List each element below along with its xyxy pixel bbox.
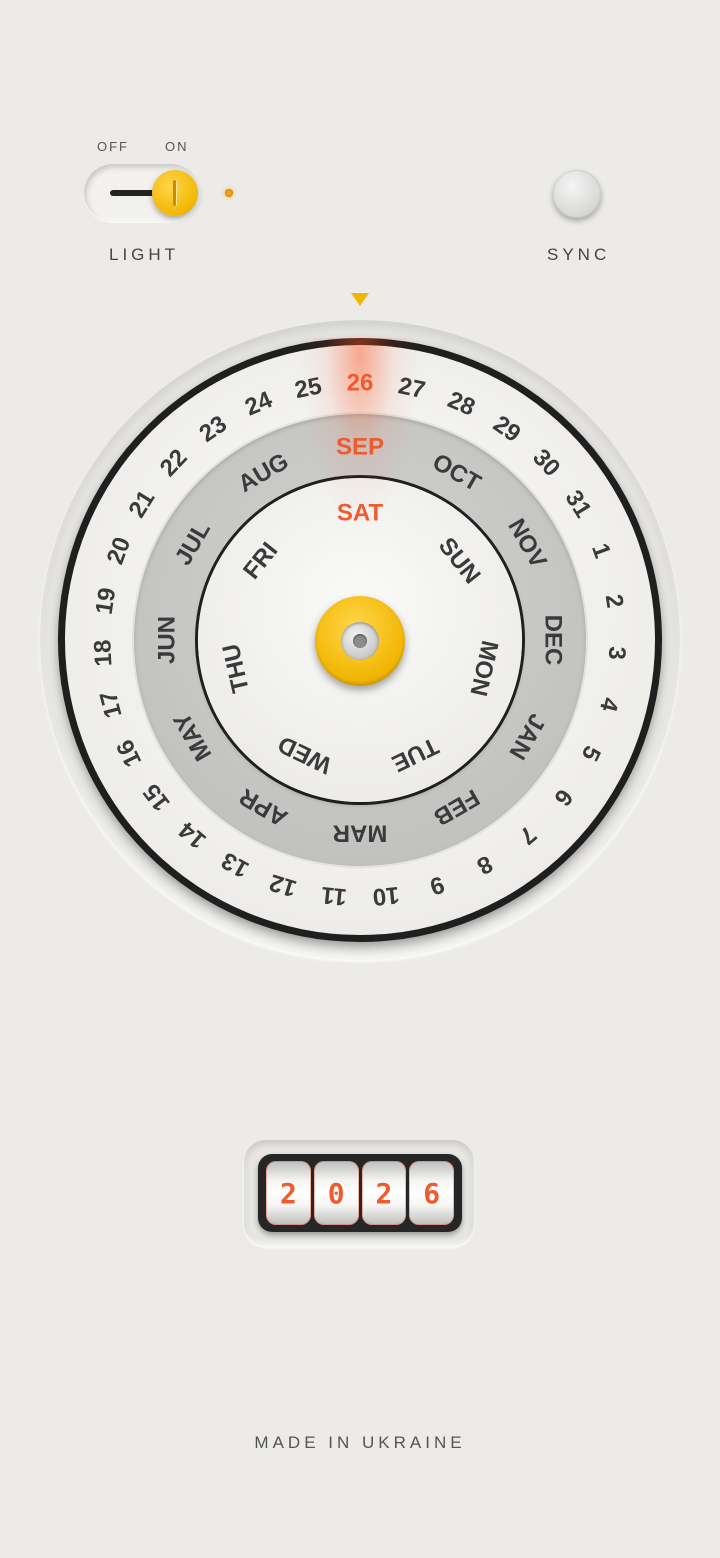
month-label-oct: OCT xyxy=(428,449,486,498)
date-label-6: 6 xyxy=(548,784,578,811)
date-label-16: 16 xyxy=(111,735,147,771)
sync-label: SYNC xyxy=(547,245,611,264)
date-label-7: 7 xyxy=(514,820,542,849)
month-label-sep: SEP xyxy=(336,434,384,461)
year-digit-2[interactable]: 0 xyxy=(313,1161,359,1225)
date-label-26: 26 xyxy=(347,370,374,397)
sync-button[interactable] xyxy=(553,170,601,218)
date-label-8: 8 xyxy=(472,850,497,880)
month-label-jan: JAN xyxy=(503,709,550,764)
date-label-25: 25 xyxy=(292,372,324,404)
date-label-14: 14 xyxy=(173,816,211,854)
date-label-11: 11 xyxy=(320,881,348,910)
date-label-19: 19 xyxy=(91,586,122,616)
date-label-9: 9 xyxy=(427,870,448,900)
weekday-label-sun: SUN xyxy=(433,533,486,589)
date-label-17: 17 xyxy=(95,688,128,721)
weekday-label-wed: WED xyxy=(274,730,336,779)
month-label-may: MAY xyxy=(168,708,217,766)
switch-on-label: ON xyxy=(165,139,189,154)
date-label-18: 18 xyxy=(89,639,117,667)
date-label-2: 2 xyxy=(600,592,629,609)
month-label-mar: MAR xyxy=(333,820,388,847)
year-digit-4[interactable]: 6 xyxy=(409,1161,454,1225)
month-label-feb: FEB xyxy=(429,783,484,830)
weekday-label-tue: TUE xyxy=(388,732,443,777)
date-label-27: 27 xyxy=(396,372,428,404)
date-label-31: 31 xyxy=(560,486,597,523)
date-label-15: 15 xyxy=(138,778,176,816)
month-label-aug: AUG xyxy=(234,448,294,498)
weekday-label-fri: FRI xyxy=(238,537,283,584)
year-digits: 2 0 2 6 xyxy=(266,1161,454,1225)
month-label-jun: JUN xyxy=(154,616,181,664)
footer-text: MADE IN UKRAINE xyxy=(254,1433,466,1452)
light-switch-knob[interactable] xyxy=(152,170,198,216)
date-label-23: 23 xyxy=(195,410,232,447)
date-label-5: 5 xyxy=(576,741,606,765)
date-label-21: 21 xyxy=(123,486,160,523)
date-label-13: 13 xyxy=(217,846,253,883)
month-label-dec: DEC xyxy=(540,615,567,666)
weekday-label-mon: MON xyxy=(464,638,503,699)
year-digit-1[interactable]: 2 xyxy=(266,1161,311,1225)
weekday-label-thu: THU xyxy=(218,641,255,695)
light-label: LIGHT xyxy=(109,245,180,264)
weekday-label-sat: SAT xyxy=(337,500,384,527)
year-digit-3[interactable]: 2 xyxy=(361,1161,407,1225)
month-label-jul: JUL xyxy=(170,517,216,570)
center-screw-icon xyxy=(341,622,379,660)
date-label-12: 12 xyxy=(266,868,300,902)
date-label-4: 4 xyxy=(594,695,624,715)
light-indicator-led xyxy=(225,189,233,197)
date-label-3: 3 xyxy=(603,646,631,661)
date-label-24: 24 xyxy=(241,386,277,422)
date-label-1: 1 xyxy=(586,540,616,562)
month-label-apr: APR xyxy=(235,783,292,832)
switch-off-label: OFF xyxy=(97,139,129,154)
month-label-nov: NOV xyxy=(502,514,551,573)
date-label-20: 20 xyxy=(102,534,137,568)
date-label-28: 28 xyxy=(444,386,479,421)
date-label-29: 29 xyxy=(488,410,525,447)
date-label-10: 10 xyxy=(371,881,400,911)
date-label-30: 30 xyxy=(527,444,565,482)
pointer-triangle-icon xyxy=(351,293,369,306)
date-label-22: 22 xyxy=(155,444,193,482)
